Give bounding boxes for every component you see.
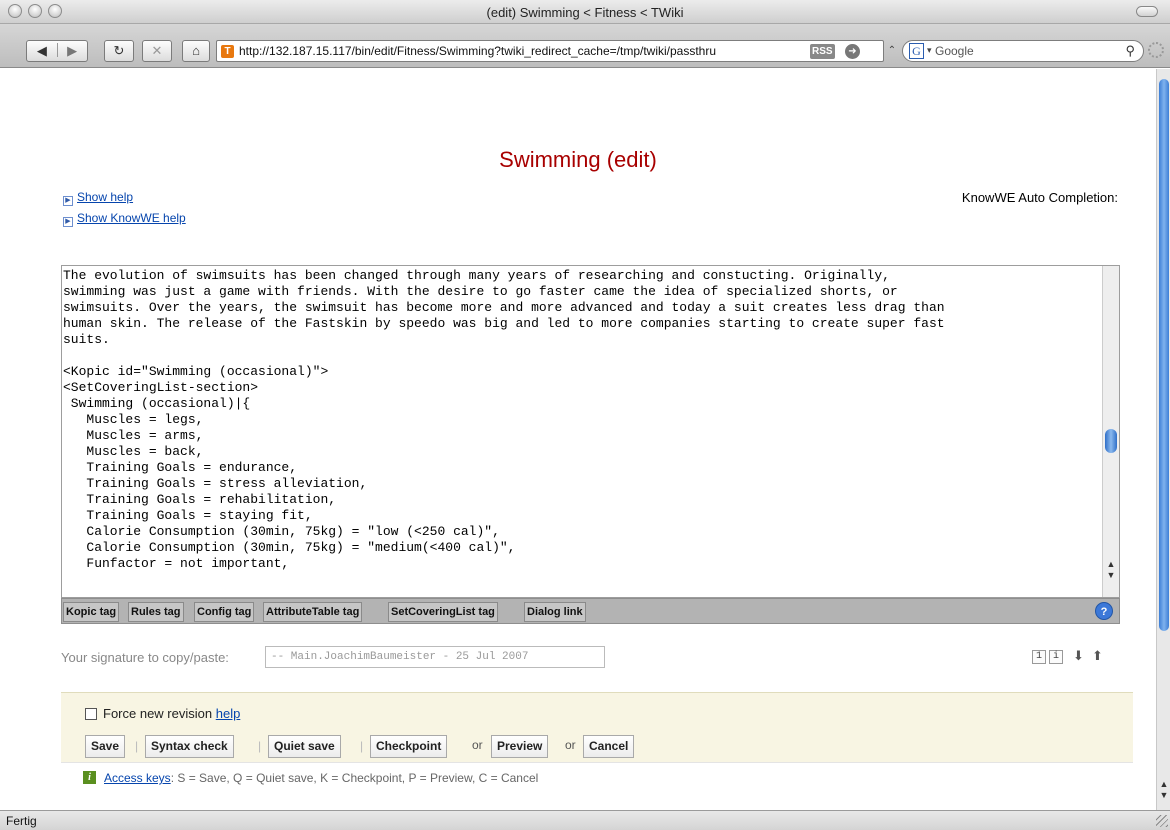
stop-button[interactable]: ✕ — [142, 40, 172, 62]
home-icon: ⌂ — [192, 43, 200, 58]
reload-button[interactable]: ↻ — [104, 40, 134, 62]
textarea-info-icon[interactable]: i — [1049, 650, 1063, 664]
forward-arrow-icon[interactable]: ▶ — [67, 43, 77, 58]
attributetable-tag-button[interactable]: AttributeTable tag — [263, 602, 363, 622]
editor-line: <Kopic id="Swimming (occasional)"> — [63, 364, 329, 379]
resize-grip-icon[interactable] — [1156, 815, 1168, 827]
home-button[interactable]: ⌂ — [182, 40, 210, 62]
editor-line: Muscles = legs, — [63, 412, 204, 427]
editor-line: swimming was just a game with friends. W… — [63, 284, 898, 299]
editor-line: Muscles = arms, — [63, 428, 204, 443]
access-keys-row: i Access keys: S = Save, Q = Quiet save,… — [61, 762, 1133, 792]
editor-line: The evolution of swimsuits has been chan… — [63, 268, 890, 283]
page-scroll-thumb[interactable] — [1159, 79, 1169, 631]
dialog-link-button[interactable]: Dialog link — [524, 602, 586, 622]
status-text: Fertig — [6, 814, 37, 828]
editor-line: Calorie Consumption (30min, 75kg) = "low… — [63, 524, 500, 539]
search-placeholder: Google — [935, 44, 974, 58]
rules-tag-button[interactable]: Rules tag — [128, 602, 184, 622]
show-help-link[interactable]: ▶ Show help — [63, 190, 133, 206]
editor-line: swimsuits. Over the years, the swimsuit … — [63, 300, 945, 315]
scroll-down-arrow-icon[interactable]: ▼ — [1105, 570, 1117, 580]
quiet-save-button[interactable]: Quiet save — [268, 735, 341, 758]
back-forward-button[interactable]: ◀ ▶ — [26, 40, 88, 62]
scroll-up-arrow-icon[interactable]: ▲ — [1105, 559, 1117, 569]
browser-toolbar: ◀ ▶ ↻ ✕ ⌂ T http://132.187.15.117/bin/ed… — [0, 24, 1170, 68]
window-titlebar: (edit) Swimming < Fitness < TWiki — [0, 0, 1170, 24]
separator: | — [360, 739, 364, 753]
status-bar: Fertig — [0, 810, 1170, 830]
syntax-check-button[interactable]: Syntax check — [145, 735, 234, 758]
editor-line: Training Goals = rehabilitation, — [63, 492, 337, 507]
window-title: (edit) Swimming < Fitness < TWiki — [486, 5, 684, 20]
address-bar[interactable]: T http://132.187.15.117/bin/edit/Fitness… — [216, 40, 884, 62]
config-tag-button[interactable]: Config tag — [194, 602, 255, 622]
kopic-tag-button[interactable]: Kopic tag — [63, 602, 120, 622]
toolbar-toggle-icon[interactable] — [1136, 6, 1158, 17]
url-text[interactable]: http://132.187.15.117/bin/edit/Fitness/S… — [239, 44, 809, 58]
editor-line: Training Goals = endurance, — [63, 460, 298, 475]
editor-scroll-thumb[interactable] — [1105, 429, 1117, 453]
force-revision-checkbox[interactable] — [85, 708, 97, 720]
help-icon[interactable]: ? — [1095, 602, 1113, 620]
back-arrow-icon[interactable]: ◀ — [37, 43, 47, 58]
editor-scrollbar[interactable]: ▲ ▼ — [1102, 266, 1119, 597]
page-title: Swimming (edit) — [499, 147, 657, 172]
editor-line: <SetCoveringList-section> — [63, 380, 259, 395]
force-revision-label: Force new revision help — [103, 706, 241, 721]
checkpoint-button[interactable]: Checkpoint — [370, 735, 448, 758]
google-icon[interactable]: G — [909, 43, 924, 59]
search-field[interactable]: G ▾ Google ⚲ — [902, 40, 1144, 62]
editor-textarea[interactable]: The evolution of swimsuits has been chan… — [62, 268, 1102, 598]
editor-line: Training Goals = stress alleviation, — [63, 476, 368, 491]
editor-line: suits. — [63, 332, 110, 347]
page-scrollbar[interactable]: ▲ ▼ — [1156, 69, 1170, 810]
or-label: or — [472, 738, 483, 752]
editor-line: Training Goals = staying fit, — [63, 508, 313, 523]
rss-icon[interactable]: RSS — [810, 44, 835, 59]
editor-line: Swimming (occasional)|{ — [63, 396, 251, 411]
page-scroll-up-icon[interactable]: ▲ — [1159, 779, 1169, 789]
textarea-size-icon[interactable]: 1 — [1032, 650, 1046, 664]
reload-icon: ↻ — [113, 43, 125, 58]
editor-line: human skin. The release of the Fastskin … — [63, 316, 945, 331]
show-knowwe-help-link[interactable]: ▶ Show KnowWE help — [63, 211, 186, 227]
access-keys-link[interactable]: Access keys — [104, 771, 171, 785]
loading-spinner-icon — [1148, 42, 1164, 58]
setcoveringlist-tag-button[interactable]: SetCoveringList tag — [388, 602, 498, 622]
editor-line: Muscles = back, — [63, 444, 204, 459]
chevron-down-icon[interactable]: ▾ — [927, 45, 932, 56]
signature-label: Your signature to copy/paste: — [61, 650, 229, 665]
or-label: or — [565, 738, 576, 752]
save-button[interactable]: Save — [85, 735, 126, 758]
shrink-up-arrow-icon[interactable]: ⬆ — [1092, 648, 1103, 664]
separator: | — [135, 739, 139, 753]
save-panel: Force new revision help Save | Syntax ch… — [61, 692, 1133, 762]
page-scroll-down-icon[interactable]: ▼ — [1159, 790, 1169, 800]
enlarge-down-arrow-icon[interactable]: ⬇ — [1073, 648, 1084, 664]
page-content: Swimming (edit) ▶ Show help ▶ Show KnowWE … — [0, 69, 1156, 810]
go-arrow-icon[interactable]: ➜ — [845, 44, 860, 59]
expand-triangle-icon: ▶ — [63, 217, 73, 227]
separator: | — [258, 739, 262, 753]
preview-button[interactable]: Preview — [491, 735, 549, 758]
info-icon: i — [83, 771, 96, 784]
stop-x-icon: ✕ — [151, 43, 163, 58]
expand-triangle-icon: ▶ — [63, 196, 73, 206]
editor-line: Funfactor = not important, — [63, 556, 290, 571]
force-revision-help-link[interactable]: help — [216, 706, 241, 721]
wiki-text-editor[interactable]: The evolution of swimsuits has been chan… — [61, 265, 1120, 598]
tag-toolbar: Kopic tag Rules tag Config tag Attribute… — [61, 598, 1120, 624]
signature-field[interactable]: -- Main.JoachimBaumeister - 25 Jul 2007 — [265, 646, 605, 668]
twiki-favicon-icon: T — [221, 45, 234, 58]
url-dropdown-icon[interactable]: ⌃ — [886, 42, 898, 60]
autocompletion-label: KnowWE Auto Completion: — [961, 190, 1118, 205]
search-icon[interactable]: ⚲ — [1125, 43, 1135, 59]
cancel-button[interactable]: Cancel — [583, 735, 635, 758]
editor-line: Calorie Consumption (30min, 75kg) = "med… — [63, 540, 516, 555]
access-keys-text: Access keys: S = Save, Q = Quiet save, K… — [104, 771, 539, 785]
